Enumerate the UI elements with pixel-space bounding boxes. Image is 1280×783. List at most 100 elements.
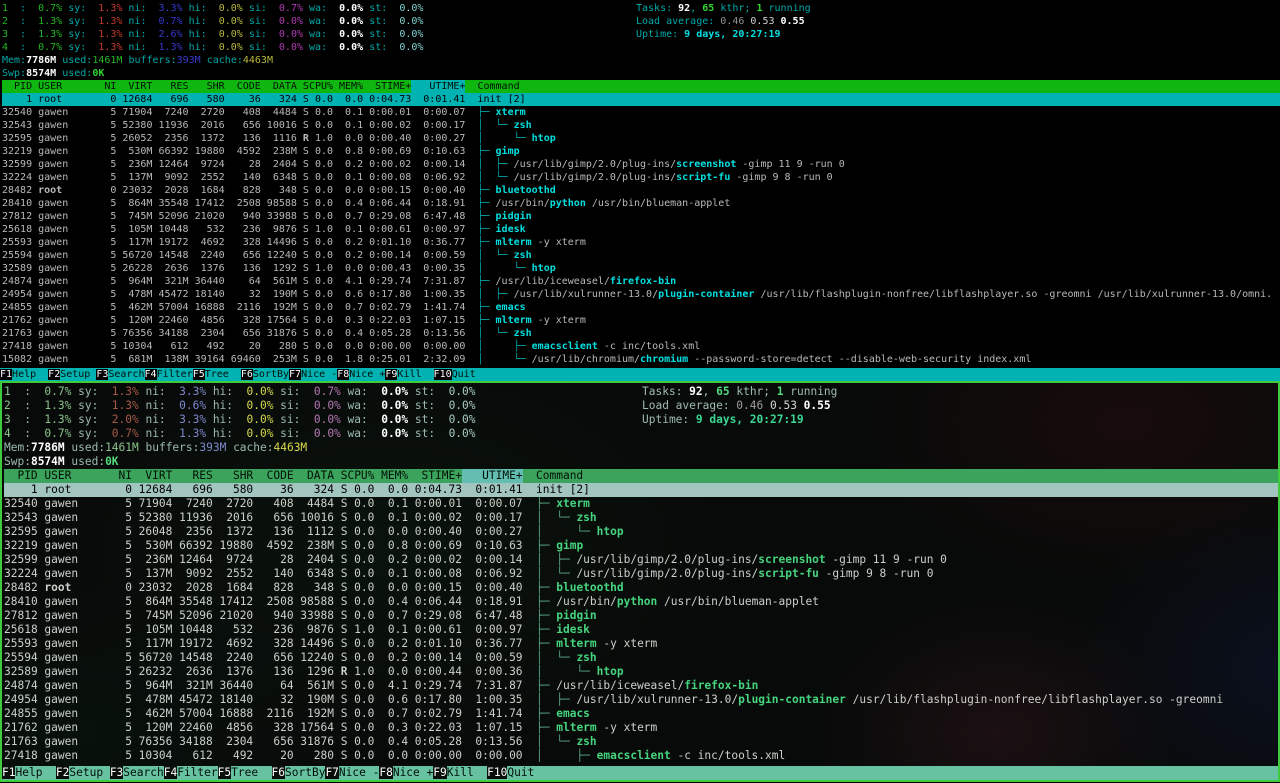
process-row-27418[interactable]: 27418gawen51030461249220280S0.00.00:00.0… bbox=[4, 749, 1278, 763]
fkey-f6-sortby[interactable]: F6SortBy bbox=[241, 368, 289, 381]
process-row-32224[interactable]: 32224gawen5137M909225521406348S0.00.10:0… bbox=[2, 171, 1280, 184]
process-row-32599[interactable]: 32599gawen5236M124649724282404S0.00.20:0… bbox=[2, 158, 1280, 171]
fkey-f2-setup[interactable]: F2Setup bbox=[48, 368, 96, 381]
process-row-21763[interactable]: 21763gawen57635634188230465631876S0.00.4… bbox=[4, 735, 1278, 749]
column-header-code[interactable]: CODE bbox=[225, 80, 261, 93]
column-header-shr[interactable]: SHR bbox=[213, 469, 253, 483]
column-header-mem[interactable]: MEM% bbox=[374, 469, 408, 483]
column-header-cpu[interactable]: CPU% bbox=[347, 469, 374, 483]
column-header-pid[interactable]: PID bbox=[4, 469, 38, 483]
column-header-utime[interactable]: UTIME+ bbox=[462, 469, 523, 483]
process-row-32543[interactable]: 32543gawen55238011936201665610016S0.00.1… bbox=[4, 511, 1278, 525]
process-row-32219[interactable]: 32219gawen5530M66392198804592238MS0.00.8… bbox=[2, 145, 1280, 158]
process-row-27812[interactable]: 27812gawen5745M520962102094033988S0.00.7… bbox=[2, 210, 1280, 223]
column-header-data[interactable]: DATA bbox=[294, 469, 334, 483]
cpu-meter-4: 4 :0.7% sy:1.3% ni:1.3% hi:0.0% si:0.0% … bbox=[2, 41, 1280, 54]
column-header-ni[interactable]: NI bbox=[92, 80, 116, 93]
process-row-24855[interactable]: 24855gawen5462M57004168882116192MS0.00.7… bbox=[4, 707, 1278, 721]
process-row-32589[interactable]: 32589gawen526232263613761361296R1.00.00:… bbox=[4, 665, 1278, 679]
fkey-f1-help[interactable]: F1Help bbox=[2, 766, 56, 780]
process-row-32224[interactable]: 32224gawen5137M909225521406348S0.00.10:0… bbox=[4, 567, 1278, 581]
column-header-cpu[interactable]: CPU% bbox=[309, 80, 333, 93]
process-row-32599[interactable]: 32599gawen5236M124649724282404S0.00.20:0… bbox=[4, 553, 1278, 567]
process-row-21762[interactable]: 21762gawen5120M22460485632817564S0.00.30… bbox=[2, 314, 1280, 327]
column-header-command[interactable]: Command bbox=[536, 469, 583, 483]
process-row-32595[interactable]: 32595gawen526048235613721361112S0.00.00:… bbox=[4, 525, 1278, 539]
column-header-s[interactable]: S bbox=[297, 80, 309, 93]
fkey-f5-tree[interactable]: F5Tree bbox=[193, 368, 241, 381]
column-header-data[interactable]: DATA bbox=[261, 80, 297, 93]
column-header-res[interactable]: RES bbox=[172, 469, 212, 483]
column-header-pid[interactable]: PID bbox=[2, 80, 32, 93]
process-row-32540[interactable]: 32540gawen571904724027204084484S0.00.10:… bbox=[4, 497, 1278, 511]
fkey-f6-sortby[interactable]: F6SortBy bbox=[272, 766, 326, 780]
process-row-25593[interactable]: 25593gawen5117M19172469232814496S0.00.20… bbox=[4, 637, 1278, 651]
process-row-24874[interactable]: 24874gawen5964M321M3644064561MS0.04.10:2… bbox=[4, 679, 1278, 693]
command-cell: ├─ /usr/lib/iceweasel/firefox-bin bbox=[477, 275, 676, 288]
command-cell: │ └─ zsh bbox=[536, 651, 597, 665]
column-header-user[interactable]: USER bbox=[38, 80, 92, 93]
process-row-28482[interactable]: 28482root02303220281684828348S0.00.00:00… bbox=[2, 184, 1280, 197]
command-cell: ├─ mlterm -y xterm bbox=[477, 314, 585, 327]
fkey-f9-kill[interactable]: F9Kill bbox=[385, 368, 433, 381]
column-header-stime[interactable]: STIME+ bbox=[363, 80, 411, 93]
column-header-utime[interactable]: UTIME+ bbox=[411, 80, 465, 93]
process-row-32595[interactable]: 32595gawen526052235613721361116R1.00.00:… bbox=[2, 132, 1280, 145]
command-cell: init [2] bbox=[477, 93, 525, 106]
fkey-f10-quit[interactable]: F10Quit bbox=[434, 368, 476, 381]
process-row-25618[interactable]: 25618gawen5105M104485322369876S1.00.10:0… bbox=[2, 223, 1280, 236]
process-row-28482[interactable]: 28482root02303220281684828348S0.00.00:00… bbox=[4, 581, 1278, 595]
process-row-32219[interactable]: 32219gawen5530M66392198804592238MS0.00.8… bbox=[4, 539, 1278, 553]
fkey-f2-setup[interactable]: F2Setup bbox=[56, 766, 110, 780]
process-row-27418[interactable]: 27418gawen51030461249220280S0.00.00:00.0… bbox=[2, 340, 1280, 353]
process-row-21762[interactable]: 21762gawen5120M22460485632817564S0.00.30… bbox=[4, 721, 1278, 735]
column-header-user[interactable]: USER bbox=[44, 469, 105, 483]
process-row-25594[interactable]: 25594gawen55672014548224065612240S0.00.2… bbox=[2, 249, 1280, 262]
column-header-res[interactable]: RES bbox=[152, 80, 188, 93]
column-header-mem[interactable]: MEM% bbox=[333, 80, 363, 93]
fkey-f9-kill[interactable]: F9Kill bbox=[433, 766, 487, 780]
fkey-f3-search[interactable]: F3Search bbox=[96, 368, 144, 381]
column-header-stime[interactable]: STIME+ bbox=[408, 469, 462, 483]
process-row-25594[interactable]: 25594gawen55672014548224065612240S0.00.2… bbox=[4, 651, 1278, 665]
process-row-27812[interactable]: 27812gawen5745M520962102094033988S0.00.7… bbox=[4, 609, 1278, 623]
column-header-code[interactable]: CODE bbox=[253, 469, 293, 483]
command-cell: │ └─ /usr/lib/chromium/chromium --passwo… bbox=[477, 353, 1031, 366]
process-row-28410[interactable]: 28410gawen5864M3554817412250898588S0.00.… bbox=[2, 197, 1280, 210]
fkey-f5-tree[interactable]: F5Tree bbox=[218, 766, 272, 780]
process-row-24954[interactable]: 24954gawen5478M454721814032190MS0.00.60:… bbox=[4, 693, 1278, 707]
process-row-24855[interactable]: 24855gawen5462M57004168882116192MS0.00.7… bbox=[2, 301, 1280, 314]
fkey-f4-filter[interactable]: F4Filter bbox=[145, 368, 193, 381]
process-row-15082[interactable]: 15082gawen5681M138M3916469460253MS0.01.8… bbox=[2, 353, 1280, 366]
process-row-32589[interactable]: 32589gawen526228263613761361292S1.00.00:… bbox=[2, 262, 1280, 275]
fkey-f8-nice[interactable]: F8Nice + bbox=[379, 766, 433, 780]
process-row-32543[interactable]: 32543gawen55238011936201665610016S0.00.1… bbox=[2, 119, 1280, 132]
process-row-24954[interactable]: 24954gawen5478M454721814032190MS0.00.60:… bbox=[2, 288, 1280, 301]
function-key-bar: F1Help F2Setup F3SearchF4FilterF5Tree F6… bbox=[0, 368, 1280, 381]
cpu-meter-4: 4 :0.7% sy:0.7% ni:1.3% hi:0.0% si:0.0% … bbox=[4, 427, 1278, 441]
column-header-command[interactable]: Command bbox=[477, 80, 519, 93]
fkey-f7-nice[interactable]: F7Nice - bbox=[289, 368, 337, 381]
fkey-f10-quit[interactable]: F10Quit bbox=[487, 766, 534, 780]
process-row-25618[interactable]: 25618gawen5105M104485322369876S1.00.10:0… bbox=[4, 623, 1278, 637]
command-cell: │ ├─ /usr/lib/xulrunner-13.0/plugin-cont… bbox=[536, 693, 1223, 707]
process-row-32540[interactable]: 32540gawen571904724027204084484S0.00.10:… bbox=[2, 106, 1280, 119]
column-header-s[interactable]: S bbox=[334, 469, 347, 483]
fkey-f7-nice[interactable]: F7Nice - bbox=[325, 766, 379, 780]
fkey-f8-nice[interactable]: F8Nice + bbox=[337, 368, 385, 381]
tasks-line: Tasks: 92, 65 kthr; 1 running bbox=[636, 2, 811, 15]
command-cell: ├─ bluetoothd bbox=[477, 184, 555, 197]
column-header-ni[interactable]: NI bbox=[105, 469, 132, 483]
process-row-1[interactable]: 1root01268469658036324S0.00.00:04.730:01… bbox=[2, 93, 1280, 106]
column-header-virt[interactable]: VIRT bbox=[132, 469, 172, 483]
process-row-24874[interactable]: 24874gawen5964M321M3644064561MS0.04.10:2… bbox=[2, 275, 1280, 288]
fkey-f4-filter[interactable]: F4Filter bbox=[164, 766, 218, 780]
process-row-25593[interactable]: 25593gawen5117M19172469232814496S0.00.20… bbox=[2, 236, 1280, 249]
fkey-f3-search[interactable]: F3Search bbox=[110, 766, 164, 780]
process-row-1[interactable]: 1root01268469658036324S0.00.00:04.730:01… bbox=[4, 483, 1278, 497]
column-header-virt[interactable]: VIRT bbox=[116, 80, 152, 93]
process-row-28410[interactable]: 28410gawen5864M3554817412250898588S0.00.… bbox=[4, 595, 1278, 609]
fkey-f1-help[interactable]: F1Help bbox=[0, 368, 48, 381]
column-header-shr[interactable]: SHR bbox=[189, 80, 225, 93]
process-row-21763[interactable]: 21763gawen57635634188230465631876S0.00.4… bbox=[2, 327, 1280, 340]
